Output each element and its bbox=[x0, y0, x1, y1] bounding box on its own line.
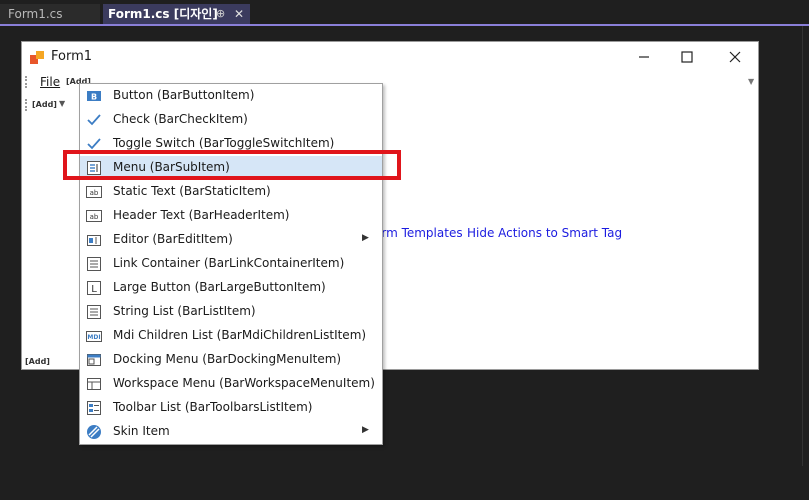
toolbar-add-dropdown-icon[interactable]: ▼ bbox=[59, 99, 65, 108]
submenu-arrow-icon: ▶ bbox=[362, 233, 369, 243]
menu-item-static-text[interactable]: ab Static Text (BarStaticItem) bbox=[80, 180, 382, 204]
pin-icon[interactable]: ⊕ bbox=[216, 4, 225, 24]
link-hide-actions[interactable]: Hide Actions to Smart Tag bbox=[467, 226, 622, 240]
menu-item-label: Docking Menu (BarDockingMenuItem) bbox=[113, 352, 342, 366]
maximize-icon[interactable] bbox=[677, 47, 697, 67]
vertical-scrollbar[interactable] bbox=[802, 26, 809, 466]
check-icon bbox=[87, 114, 101, 126]
menu-item-button[interactable]: B Button (BarButtonItem) bbox=[80, 84, 382, 108]
tab-form1-designer[interactable]: Form1.cs [디자인] ⊕ ✕ bbox=[103, 4, 250, 24]
list-icon bbox=[87, 305, 101, 319]
submenu-arrow-icon: ▶ bbox=[362, 425, 369, 435]
menu-item-mdi-children-list[interactable]: MDI Mdi Children List (BarMdiChildrenLis… bbox=[80, 324, 382, 348]
form-title: Form1 bbox=[51, 49, 93, 64]
mdi-icon: MDI bbox=[86, 331, 102, 342]
menubar-drag-handle-icon[interactable] bbox=[25, 76, 29, 88]
menu-item-skin-item[interactable]: Skin Item ▶ bbox=[80, 420, 382, 444]
svg-text:ab: ab bbox=[90, 189, 99, 197]
menu-item-label: Workspace Menu (BarWorkspaceMenuItem) bbox=[113, 376, 375, 390]
menu-item-docking-menu[interactable]: Docking Menu (BarDockingMenuItem) bbox=[80, 348, 382, 372]
menu-item-header-text[interactable]: ab Header Text (BarHeaderItem) bbox=[80, 204, 382, 228]
toolbar-list-icon bbox=[87, 401, 101, 415]
menu-item-label: Mdi Children List (BarMdiChildrenListIte… bbox=[113, 328, 367, 342]
menu-item-label: Toggle Switch (BarToggleSwitchItem) bbox=[113, 136, 335, 150]
toolbar-add-button[interactable]: [Add] bbox=[32, 100, 57, 109]
add-item-popup-menu: B Button (BarButtonItem) Check (BarCheck… bbox=[79, 83, 383, 445]
tab-label: Form1.cs [디자인] bbox=[108, 7, 218, 21]
close-window-icon[interactable] bbox=[725, 47, 745, 67]
menu-item-label: Skin Item bbox=[113, 424, 170, 438]
menu-item-string-list[interactable]: String List (BarListItem) bbox=[80, 300, 382, 324]
menu-item-toolbar-list[interactable]: Toolbar List (BarToolbarsListItem) bbox=[80, 396, 382, 420]
form-titlebar: Form1 bbox=[22, 42, 758, 72]
menu-item-workspace-menu[interactable]: Workspace Menu (BarWorkspaceMenuItem) bbox=[80, 372, 382, 396]
window-icon bbox=[87, 378, 101, 390]
list-icon bbox=[87, 257, 101, 271]
menu-item-label: Link Container (BarLinkContainerItem) bbox=[113, 256, 345, 270]
tab-accent-line bbox=[0, 24, 809, 26]
svg-text:MDI: MDI bbox=[87, 334, 100, 341]
menu-item-label: String List (BarListItem) bbox=[113, 304, 256, 318]
menu-item-check[interactable]: Check (BarCheckItem) bbox=[80, 108, 382, 132]
toolbar-drag-handle-icon[interactable] bbox=[25, 99, 29, 111]
menu-file[interactable]: File bbox=[40, 75, 60, 89]
skin-icon bbox=[87, 425, 101, 439]
menu-item-label: Toolbar List (BarToolbarsListItem) bbox=[113, 400, 313, 414]
link-form-templates[interactable]: orm Templates bbox=[374, 226, 463, 240]
menu-item-link-container[interactable]: Link Container (BarLinkContainerItem) bbox=[80, 252, 382, 276]
highlight-annotation-frame bbox=[63, 150, 401, 180]
tab-label: Form1.cs bbox=[8, 7, 63, 21]
bar-customize-chevron-icon[interactable]: ▼ bbox=[748, 77, 754, 86]
close-icon[interactable]: ✕ bbox=[234, 4, 244, 24]
menu-file-label: File bbox=[40, 75, 61, 89]
minimize-icon[interactable] bbox=[634, 47, 654, 67]
menu-item-label: Static Text (BarStaticItem) bbox=[113, 184, 271, 198]
app-icon bbox=[30, 51, 44, 64]
menu-item-large-button[interactable]: L Large Button (BarLargeButtonItem) bbox=[80, 276, 382, 300]
menu-item-label: Button (BarButtonItem) bbox=[113, 88, 255, 102]
ab-icon: ab bbox=[86, 210, 102, 222]
svg-text:L: L bbox=[91, 284, 97, 295]
editor-icon bbox=[87, 235, 101, 246]
menu-item-label: Large Button (BarLargeButtonItem) bbox=[113, 280, 326, 294]
menu-item-editor[interactable]: Editor (BarEditItem) ▶ bbox=[80, 228, 382, 252]
statusbar-add-button[interactable]: [Add] bbox=[25, 357, 50, 366]
svg-text:B: B bbox=[91, 93, 97, 102]
window-icon bbox=[87, 354, 101, 366]
large-button-icon: L bbox=[87, 281, 101, 295]
svg-text:ab: ab bbox=[90, 213, 99, 221]
tab-form1-cs[interactable]: Form1.cs bbox=[0, 4, 100, 24]
menu-item-label: Header Text (BarHeaderItem) bbox=[113, 208, 290, 222]
ab-icon: ab bbox=[86, 186, 102, 198]
button-icon: B bbox=[87, 91, 101, 102]
menu-item-label: Check (BarCheckItem) bbox=[113, 112, 248, 126]
menu-item-label: Editor (BarEditItem) bbox=[113, 232, 233, 246]
document-tab-strip: Form1.cs Form1.cs [디자인] ⊕ ✕ bbox=[0, 0, 809, 26]
